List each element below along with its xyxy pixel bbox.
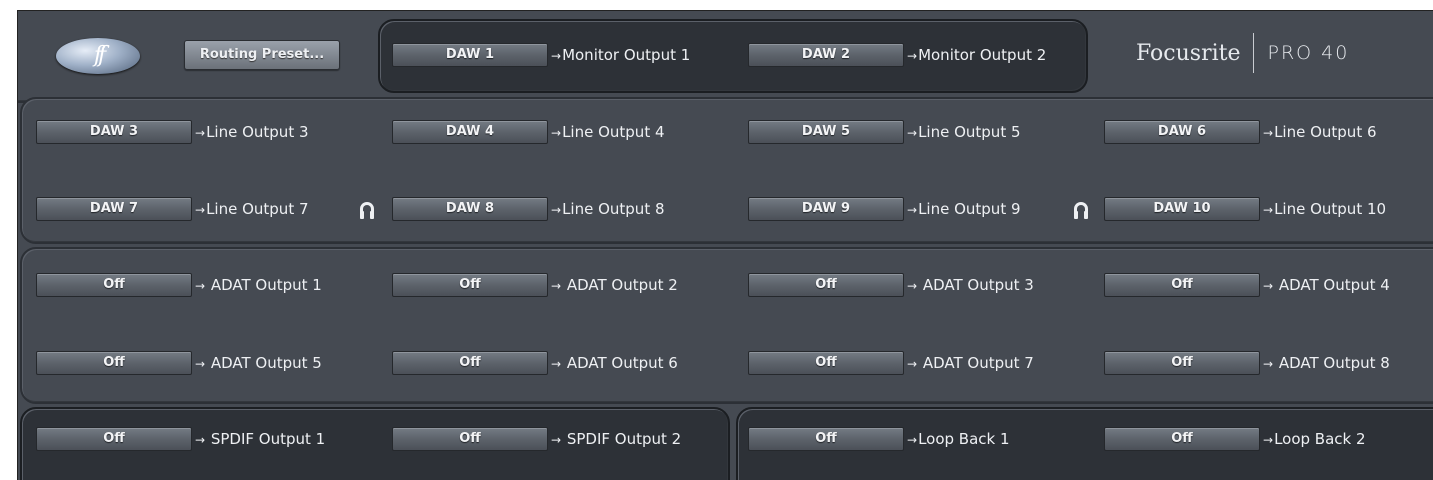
route-line-7: DAW 7 →Line Output 7 — [36, 195, 309, 223]
source-select[interactable]: Off — [392, 273, 548, 297]
focusrite-ff-logo: ff — [56, 38, 140, 74]
route-adat-4: Off → ADAT Output 4 — [1104, 271, 1390, 299]
output-label: →Line Output 6 — [1263, 123, 1377, 141]
model-name: PRO 40 — [1267, 42, 1350, 64]
output-label: → ADAT Output 6 — [551, 354, 678, 372]
source-select[interactable]: DAW 8 — [392, 197, 548, 221]
source-select[interactable]: Off — [1104, 351, 1260, 375]
route-monitor-2: DAW 2 →Monitor Output 2 — [748, 41, 1046, 69]
output-label: → ADAT Output 2 — [551, 276, 678, 294]
source-select[interactable]: Off — [392, 351, 548, 375]
source-select[interactable]: DAW 10 — [1104, 197, 1260, 221]
route-spdif-2: Off → SPDIF Output 2 — [392, 425, 681, 453]
route-monitor-1: DAW 1 →Monitor Output 1 — [392, 41, 690, 69]
output-label: →Loop Back 2 — [1263, 430, 1366, 448]
source-select[interactable]: DAW 7 — [36, 197, 192, 221]
source-select[interactable]: Off — [748, 427, 904, 451]
route-adat-7: Off → ADAT Output 7 — [748, 349, 1034, 377]
source-select[interactable]: Off — [392, 427, 548, 451]
brand-block: Focusrite PRO 40 — [1136, 29, 1349, 77]
source-select[interactable]: DAW 1 — [392, 43, 548, 67]
headphone-icon — [360, 202, 374, 219]
route-line-5: DAW 5 →Line Output 5 — [748, 118, 1021, 146]
output-label: →Monitor Output 2 — [907, 46, 1047, 64]
output-label: → ADAT Output 5 — [195, 354, 322, 372]
route-adat-8: Off → ADAT Output 8 — [1104, 349, 1390, 377]
brand-name: Focusrite — [1136, 40, 1241, 66]
output-label: →Line Output 9 — [907, 200, 1021, 218]
route-spdif-1: Off → SPDIF Output 1 — [36, 425, 325, 453]
output-label: → ADAT Output 8 — [1263, 354, 1390, 372]
route-adat-1: Off → ADAT Output 1 — [36, 271, 322, 299]
routing-preset-button[interactable]: Routing Preset... — [184, 40, 340, 70]
output-label: → SPDIF Output 2 — [551, 430, 682, 448]
output-label: →Line Output 5 — [907, 123, 1021, 141]
source-select[interactable]: Off — [36, 351, 192, 375]
source-select[interactable]: DAW 6 — [1104, 120, 1260, 144]
source-select[interactable]: DAW 4 — [392, 120, 548, 144]
route-line-8: DAW 8 →Line Output 8 — [392, 195, 665, 223]
output-label: → ADAT Output 3 — [907, 276, 1034, 294]
route-adat-5: Off → ADAT Output 5 — [36, 349, 322, 377]
output-label: →Line Output 3 — [195, 123, 309, 141]
source-select[interactable]: DAW 5 — [748, 120, 904, 144]
route-adat-2: Off → ADAT Output 2 — [392, 271, 678, 299]
route-line-3: DAW 3 →Line Output 3 — [36, 118, 309, 146]
source-select[interactable]: Off — [36, 427, 192, 451]
source-select[interactable]: DAW 2 — [748, 43, 904, 67]
source-select[interactable]: Off — [36, 273, 192, 297]
route-loopback-2: Off →Loop Back 2 — [1104, 425, 1366, 453]
source-select[interactable]: DAW 9 — [748, 197, 904, 221]
routing-window: ff Routing Preset... Focusrite PRO 40 DA… — [17, 10, 1433, 480]
output-label: →Line Output 10 — [1263, 200, 1387, 218]
route-loopback-1: Off →Loop Back 1 — [748, 425, 1010, 453]
route-line-6: DAW 6 →Line Output 6 — [1104, 118, 1377, 146]
output-label: →Line Output 7 — [195, 200, 309, 218]
headphone-icon — [1074, 202, 1088, 219]
source-select[interactable]: Off — [1104, 273, 1260, 297]
output-label: →Monitor Output 1 — [551, 46, 691, 64]
route-line-4: DAW 4 →Line Output 4 — [392, 118, 665, 146]
route-adat-6: Off → ADAT Output 6 — [392, 349, 678, 377]
output-label: → SPDIF Output 1 — [195, 430, 326, 448]
route-adat-3: Off → ADAT Output 3 — [748, 271, 1034, 299]
output-label: → ADAT Output 7 — [907, 354, 1034, 372]
route-line-10: DAW 10 →Line Output 10 — [1104, 195, 1386, 223]
source-select[interactable]: Off — [748, 351, 904, 375]
source-select[interactable]: Off — [748, 273, 904, 297]
output-label: →Line Output 8 — [551, 200, 665, 218]
output-label: → ADAT Output 4 — [1263, 276, 1390, 294]
output-label: →Loop Back 1 — [907, 430, 1010, 448]
source-select[interactable]: Off — [1104, 427, 1260, 451]
output-label: → ADAT Output 1 — [195, 276, 322, 294]
route-line-9: DAW 9 →Line Output 9 — [748, 195, 1021, 223]
output-label: →Line Output 4 — [551, 123, 665, 141]
brand-divider — [1252, 33, 1254, 73]
source-select[interactable]: DAW 3 — [36, 120, 192, 144]
